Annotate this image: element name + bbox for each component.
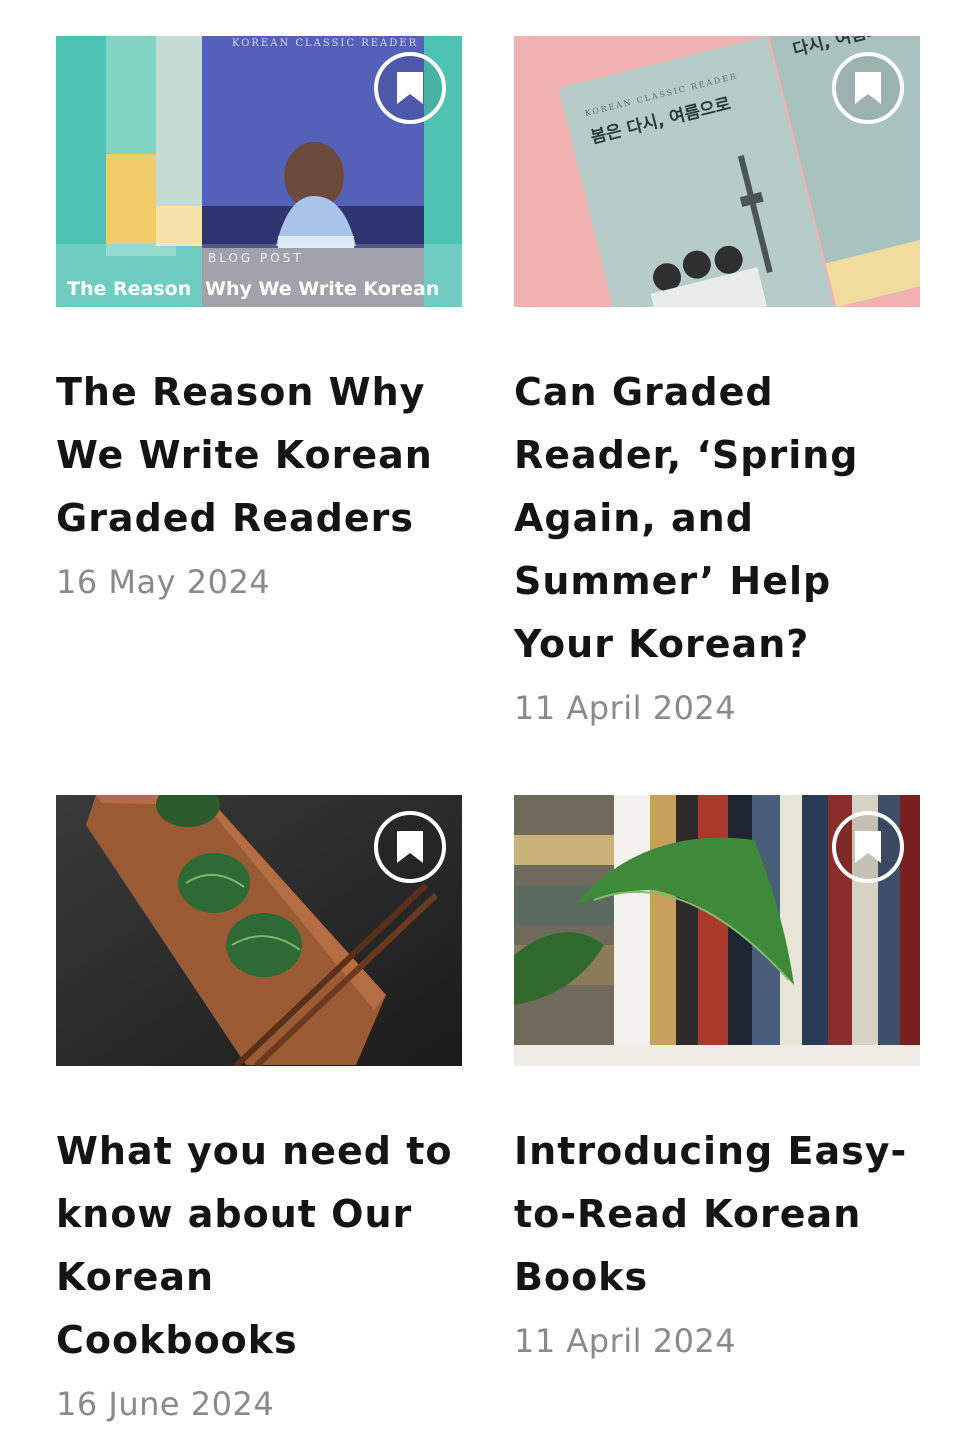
post-title[interactable]: What you need to know about Our Korean C…	[56, 1120, 462, 1372]
bookmark-icon	[855, 72, 881, 104]
post-thumbnail[interactable]: KOREAN CLASSIC READER BLOG POST The Reas…	[56, 36, 462, 307]
image-caption-left: The Reason	[67, 278, 191, 300]
post-card: KOREAN CLASSIC READER BLOG POST The Reas…	[56, 36, 462, 602]
post-thumbnail[interactable]	[56, 795, 462, 1066]
bookmark-button[interactable]	[374, 52, 446, 124]
post-date: 11 April 2024	[514, 1322, 737, 1360]
bookmark-button[interactable]	[832, 811, 904, 883]
post-date: 16 June 2024	[56, 1385, 275, 1423]
image-caption-right: Why We Write Korean	[205, 278, 439, 300]
blog-post-grid: KOREAN CLASSIC READER BLOG POST The Reas…	[0, 0, 976, 1440]
post-card: Introducing Easy-to-Read Korean Books 11…	[514, 795, 920, 1361]
post-title[interactable]: Can Graded Reader, ‘Spring Again, and Su…	[514, 361, 920, 676]
post-date: 11 April 2024	[514, 689, 737, 727]
post-card: 다시, 여름으로 KOREAN CLASSIC READER 봄은 다시, 여름…	[514, 36, 920, 728]
post-date: 16 May 2024	[56, 563, 271, 601]
post-title[interactable]: Introducing Easy-to-Read Korean Books	[514, 1120, 920, 1309]
image-series-label: KOREAN CLASSIC READER	[232, 38, 418, 49]
post-thumbnail[interactable]	[514, 795, 920, 1066]
image-tag: BLOG POST	[208, 251, 304, 265]
bookmark-icon	[397, 831, 423, 863]
bookmark-icon	[855, 831, 881, 863]
bookmark-button[interactable]	[374, 811, 446, 883]
post-card: What you need to know about Our Korean C…	[56, 795, 462, 1424]
bookmark-icon	[397, 72, 423, 104]
bookmark-button[interactable]	[832, 52, 904, 124]
post-title[interactable]: The Reason Why We Write Korean Graded Re…	[56, 361, 462, 550]
post-thumbnail[interactable]: 다시, 여름으로 KOREAN CLASSIC READER 봄은 다시, 여름…	[514, 36, 920, 307]
